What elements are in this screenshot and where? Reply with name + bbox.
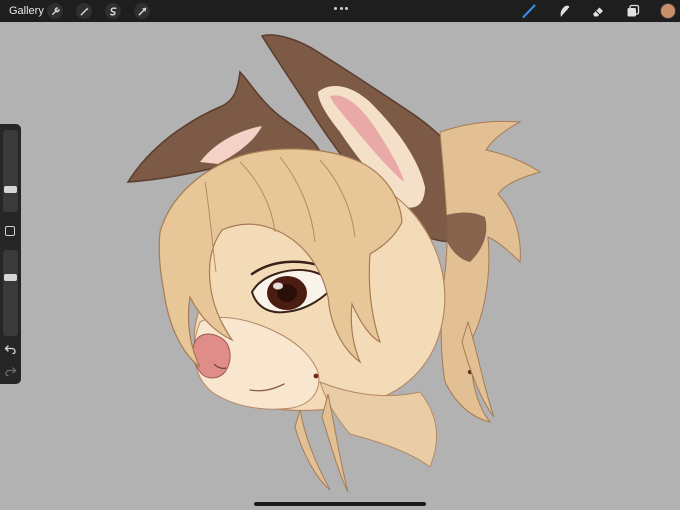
more-options-icon[interactable] <box>334 5 348 11</box>
artwork <box>126 34 542 493</box>
color-picker-button[interactable] <box>660 3 676 19</box>
magic-wand-icon[interactable] <box>76 3 92 19</box>
drawing-canvas[interactable] <box>0 22 680 510</box>
transform-icon[interactable] <box>134 3 150 19</box>
brush-icon[interactable] <box>521 3 537 19</box>
selection-icon[interactable] <box>105 3 121 19</box>
undo-icon[interactable] <box>4 342 17 355</box>
layers-icon[interactable] <box>625 3 641 19</box>
home-indicator <box>254 502 426 506</box>
brush-size-thumb[interactable] <box>4 186 17 193</box>
brush-size-slider[interactable] <box>3 130 18 212</box>
opacity-thumb[interactable] <box>4 274 17 281</box>
smudge-icon[interactable] <box>556 3 572 19</box>
top-toolbar: Gallery <box>0 0 680 22</box>
procreate-app: Gallery <box>0 0 680 510</box>
left-sidebar <box>0 124 21 384</box>
gallery-button[interactable]: Gallery <box>9 3 44 19</box>
modify-button[interactable] <box>5 226 15 236</box>
wrench-icon[interactable] <box>47 3 63 19</box>
redo-icon[interactable] <box>4 364 17 377</box>
opacity-slider[interactable] <box>3 250 18 336</box>
eraser-icon[interactable] <box>590 3 606 19</box>
